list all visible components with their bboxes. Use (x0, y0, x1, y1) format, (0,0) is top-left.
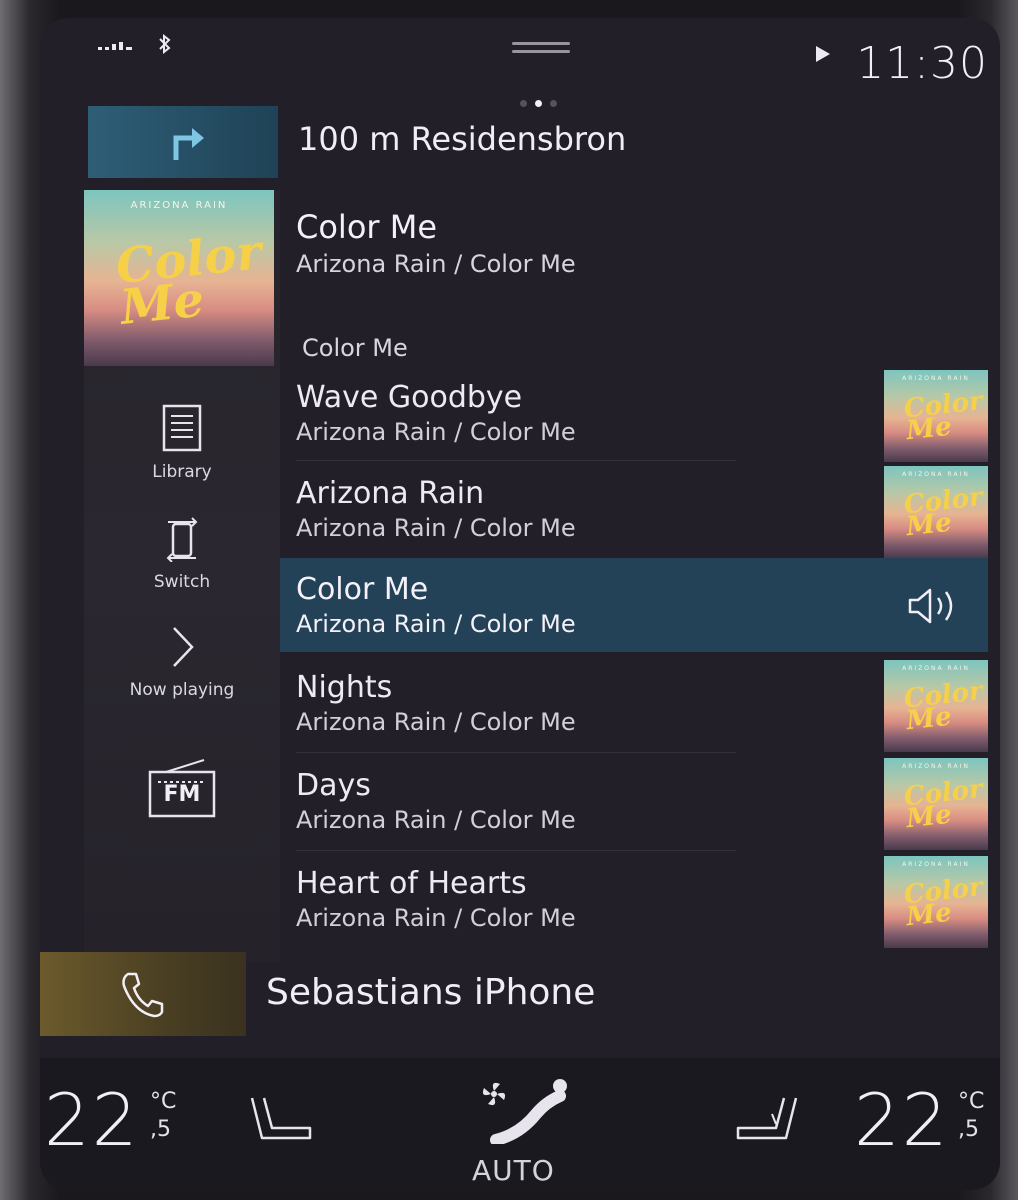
left-temperature[interactable]: 22 (44, 1078, 140, 1162)
switch-device-icon (166, 517, 198, 563)
fm-radio-button[interactable]: FM (84, 758, 280, 824)
phone-handset-icon (122, 972, 164, 1018)
track-thumbnail: ARIZONA RAIN Color Me (884, 466, 988, 558)
album-cover[interactable]: ARIZONA RAIN Color Me (84, 190, 274, 366)
right-temp-unit: °C ,5 (958, 1089, 985, 1142)
album-script: Color Me (113, 224, 265, 336)
fan-mode-label: AUTO (472, 1154, 555, 1187)
track-title: Nights (296, 670, 393, 705)
track-row[interactable]: Arizona Rain Arizona Rain / Color Me ARI… (280, 462, 988, 558)
fan-auto-button[interactable]: AUTO (460, 1058, 590, 1190)
passenger-seat-heat-icon[interactable] (732, 1094, 800, 1150)
now-playing-subtitle: Arizona Rain / Color Me (296, 250, 576, 278)
climate-bar: 22 °C ,5 AUTO 22 °C ,5 (40, 1058, 1000, 1190)
track-subtitle: Arizona Rain / Color Me (296, 610, 576, 638)
phone-tile[interactable]: Sebastians iPhone (40, 952, 1000, 1036)
switch-label: Switch (153, 572, 211, 592)
phone-device-name: Sebastians iPhone (266, 972, 596, 1013)
album-label: ARIZONA RAIN (130, 200, 228, 211)
track-thumbnail: ARIZONA RAIN Color Me (884, 370, 988, 462)
library-list-icon (162, 404, 202, 452)
play-status-icon (816, 46, 830, 62)
track-thumbnail: ARIZONA RAIN Color Me (884, 856, 988, 948)
track-row[interactable]: Days Arizona Rain / Color Me ARIZONA RAI… (280, 754, 988, 850)
divider (296, 850, 736, 851)
track-subtitle: Arizona Rain / Color Me (296, 418, 576, 446)
track-title: Days (296, 768, 371, 803)
divider (296, 752, 736, 753)
media-sidebar: ARIZONA RAIN Color Me Library Switch Now… (84, 190, 280, 962)
navigation-tile[interactable]: 100 m Residensbron (88, 106, 988, 178)
clock: 11:30 (856, 38, 988, 89)
track-subtitle: Arizona Rain / Color Me (296, 708, 576, 736)
right-temperature[interactable]: 22 (854, 1078, 950, 1162)
now-playing-header[interactable]: Color Me Arizona Rain / Color Me (296, 208, 576, 278)
track-row[interactable]: Wave Goodbye Arizona Rain / Color Me ARI… (280, 366, 988, 462)
library-button[interactable]: Library (84, 404, 280, 482)
track-title: Heart of Hearts (296, 866, 527, 901)
turn-right-arrow-icon (173, 128, 204, 160)
track-row-playing[interactable]: Color Me Arizona Rain / Color Me (280, 558, 988, 652)
chevron-right-icon (173, 627, 194, 667)
switch-button[interactable]: Switch (84, 516, 280, 592)
navigation-icon-box (88, 106, 278, 178)
fan-airflow-icon (482, 1079, 567, 1144)
driver-seat-heat-icon[interactable] (248, 1094, 316, 1150)
divider (296, 460, 736, 461)
left-temp-unit: °C ,5 (150, 1089, 177, 1142)
phone-icon-box (40, 952, 246, 1036)
pull-down-handle[interactable] (512, 42, 570, 54)
track-title: Arizona Rain (296, 476, 485, 511)
now-playing-label: Now playing (129, 680, 235, 700)
playlist-section-label: Color Me (302, 334, 408, 362)
track-row[interactable]: Nights Arizona Rain / Color Me ARIZONA R… (280, 656, 988, 752)
track-row[interactable]: Heart of Hearts Arizona Rain / Color Me … (280, 852, 988, 948)
library-label: Library (152, 462, 212, 482)
track-subtitle: Arizona Rain / Color Me (296, 904, 576, 932)
bluetooth-icon (158, 33, 172, 59)
track-thumbnail: ARIZONA RAIN Color Me (884, 758, 988, 850)
now-playing-button[interactable]: Now playing (84, 624, 280, 700)
speaker-icon (908, 588, 953, 624)
signal-bars-icon (98, 42, 132, 50)
now-playing-title: Color Me (296, 208, 438, 246)
track-thumbnail: ARIZONA RAIN Color Me (884, 660, 988, 752)
status-bar: 11:30 (40, 18, 1000, 108)
track-subtitle: Arizona Rain / Color Me (296, 806, 576, 834)
track-subtitle: Arizona Rain / Color Me (296, 514, 576, 542)
infotainment-screen: 11:30 100 m Residensbron ARIZONA RAIN Co… (40, 18, 1000, 1190)
navigation-instruction: 100 m Residensbron (298, 120, 627, 158)
track-title: Wave Goodbye (296, 380, 523, 415)
fm-label: FM (163, 782, 201, 807)
track-title: Color Me (296, 572, 429, 607)
